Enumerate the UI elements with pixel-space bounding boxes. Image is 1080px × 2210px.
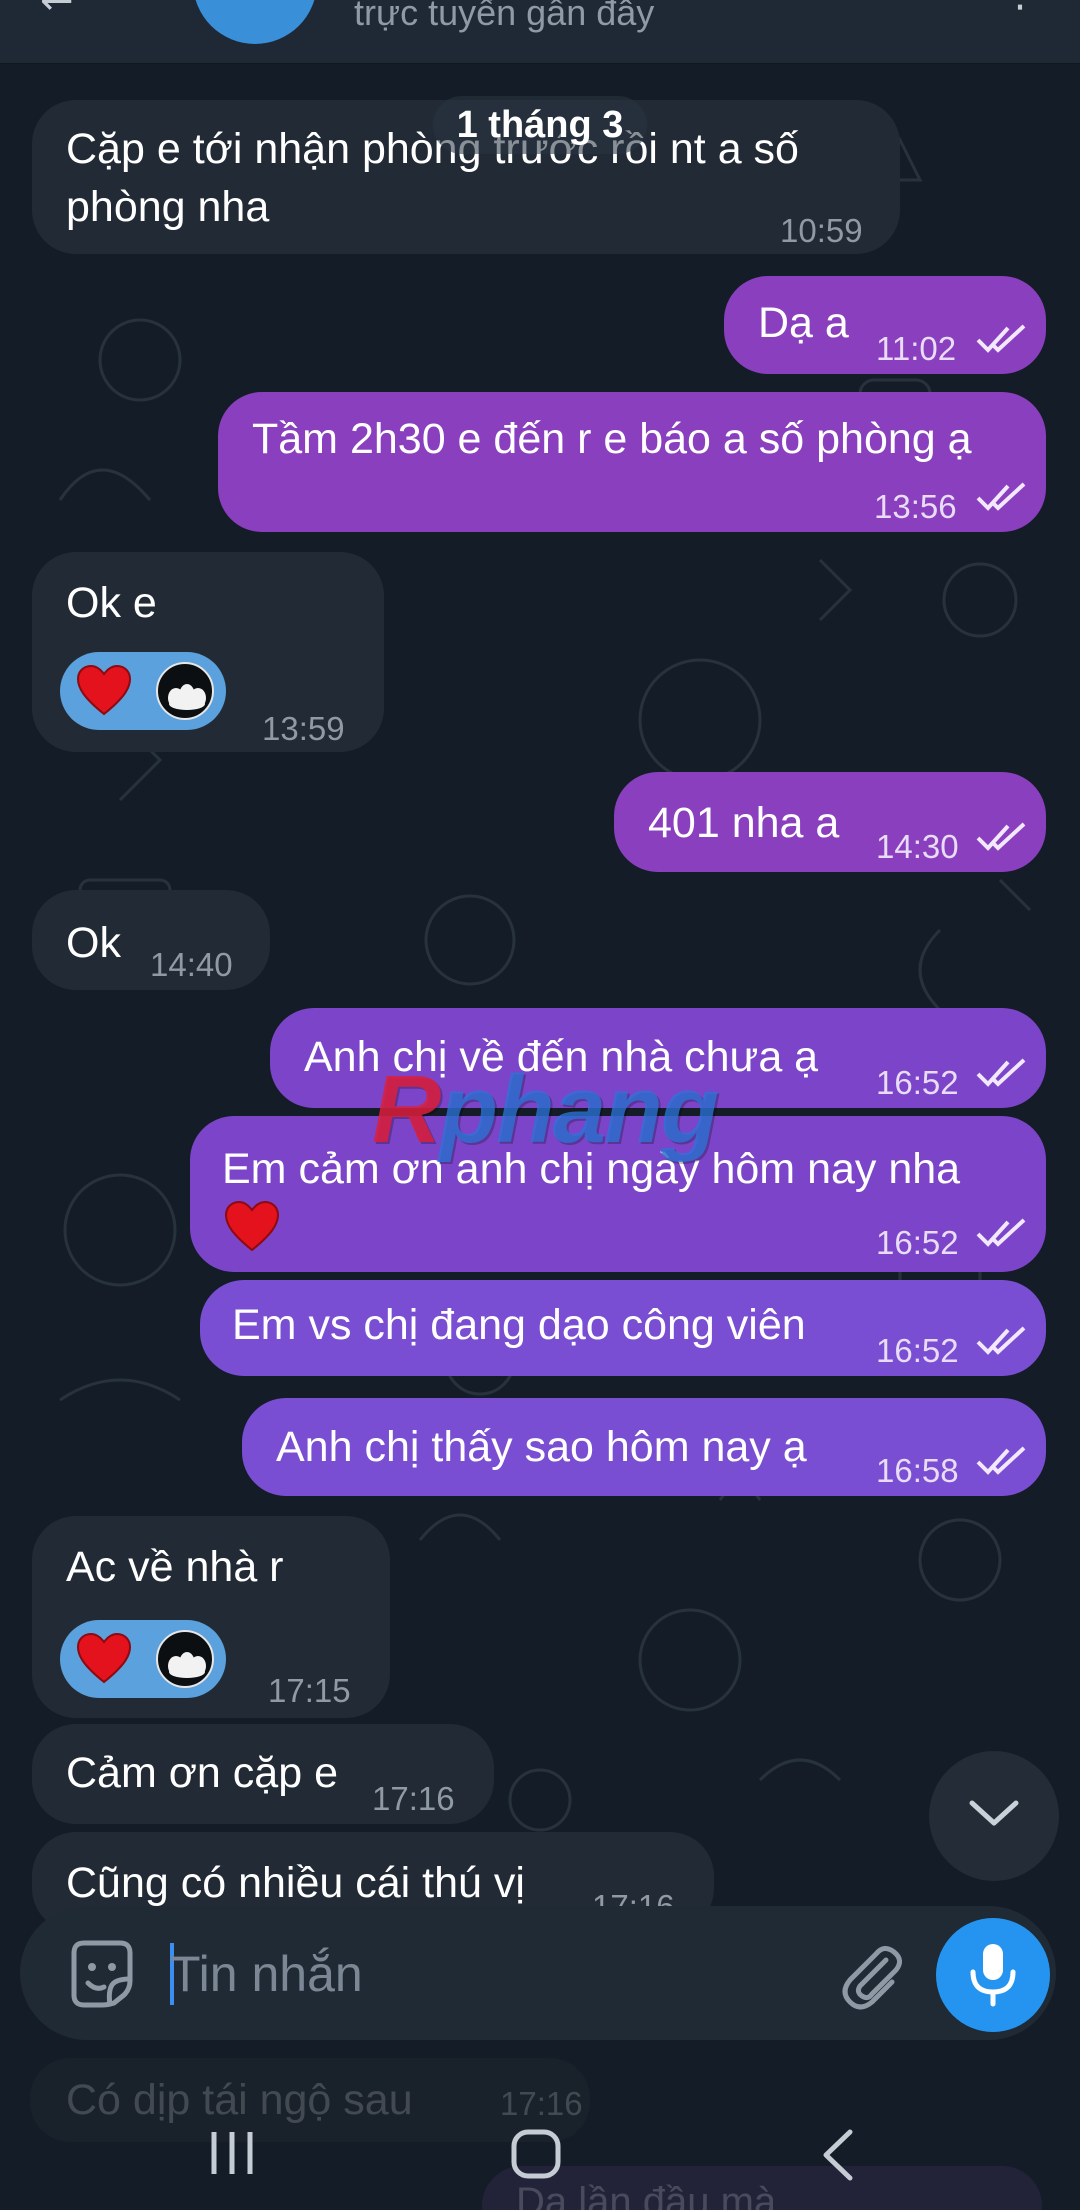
- message-text: Dạ a: [758, 299, 849, 347]
- message-bubble-outgoing[interactable]: Tầm 2h30 e đến r e báo a số phòng ạ 13:5…: [218, 392, 1046, 532]
- message-bubble-outgoing[interactable]: Anh chị thấy sao hôm nay ạ 16:58: [242, 1398, 1046, 1496]
- message-input[interactable]: [170, 1931, 770, 2017]
- message-time: 17:15: [268, 1672, 351, 1709]
- message-text: 401 nha a: [648, 799, 840, 847]
- read-receipt-icon: [976, 324, 1028, 354]
- read-receipt-icon: [976, 822, 1028, 852]
- microphone-button[interactable]: [936, 1918, 1050, 2032]
- scroll-to-bottom-button[interactable]: [929, 1751, 1059, 1881]
- read-receipt-icon: [976, 1446, 1028, 1476]
- read-receipt-icon: [976, 1326, 1028, 1356]
- reactor-avatar: [156, 662, 214, 720]
- chat-header: ← trực tuyến gần đây ⋮: [0, 0, 1080, 64]
- message-bubble-incoming[interactable]: Cảm ơn cặp e 17:16: [32, 1724, 494, 1824]
- message-text: Ok e: [66, 579, 157, 627]
- red-heart-icon: [224, 1200, 280, 1252]
- red-heart-icon: [76, 1632, 132, 1684]
- message-composer: [20, 1906, 1056, 2040]
- read-receipt-icon: [976, 1218, 1028, 1248]
- message-bubble-outgoing[interactable]: Dạ a 11:02: [724, 276, 1046, 374]
- message-text: Tầm 2h30 e đến r e báo a số phòng ạ: [252, 415, 972, 463]
- message-bubble-incoming[interactable]: Ac về nhà r 17:15: [32, 1516, 390, 1718]
- message-text: phòng nha: [66, 183, 270, 231]
- red-heart-icon: [76, 664, 132, 716]
- message-text: Anh chị thấy sao hôm nay ạ: [276, 1423, 807, 1471]
- more-menu-icon[interactable]: ⋮: [1000, 0, 1040, 16]
- message-text: Cảm ơn cặp e: [66, 1749, 338, 1797]
- message-bubble-outgoing[interactable]: Em vs chị đang dạo công viên 16:52: [200, 1280, 1046, 1376]
- message-text: Ok: [66, 919, 121, 967]
- message-time: 16:52: [876, 1064, 959, 1101]
- message-bubble-incoming[interactable]: Ok 14:40: [32, 890, 270, 990]
- back-arrow-icon[interactable]: ←: [40, 0, 74, 24]
- contact-status: trực tuyến gần đây: [354, 0, 655, 33]
- system-navigation-bar: [0, 2080, 1080, 2210]
- sticker-icon[interactable]: [62, 1933, 142, 2013]
- message-time: 16:58: [876, 1452, 959, 1489]
- home-icon[interactable]: [510, 2128, 562, 2180]
- message-time: 13:59: [262, 710, 345, 747]
- chevron-down-icon: [969, 1800, 1019, 1826]
- message-time: 14:40: [150, 946, 233, 983]
- message-bubble-incoming[interactable]: Ok e 13:59: [32, 552, 384, 752]
- read-receipt-icon: [976, 1058, 1028, 1088]
- paperclip-icon[interactable]: [830, 1936, 910, 2016]
- reaction-chip[interactable]: [60, 652, 226, 730]
- message-time: 10:59: [780, 212, 863, 249]
- message-text: Ac về nhà r: [66, 1543, 284, 1591]
- message-bubble-outgoing[interactable]: 401 nha a 14:30: [614, 772, 1046, 872]
- read-receipt-icon: [976, 482, 1028, 512]
- message-time: 16:52: [876, 1332, 959, 1369]
- message-time: 11:02: [876, 330, 957, 367]
- message-time: 13:56: [874, 488, 957, 525]
- reactor-avatar: [156, 1630, 214, 1688]
- message-text: Em vs chị đang dạo công viên: [232, 1301, 806, 1349]
- microphone-icon: [970, 1944, 1016, 2007]
- message-text: Cũng có nhiều cái thú vị: [66, 1859, 525, 1907]
- date-separator: 1 tháng 3: [433, 96, 647, 154]
- contact-avatar[interactable]: [193, 0, 317, 44]
- reaction-chip[interactable]: [60, 1620, 226, 1698]
- back-icon[interactable]: [820, 2128, 856, 2182]
- watermark-logo: Rphang: [372, 1056, 719, 1163]
- message-time: 16:52: [876, 1224, 959, 1261]
- recent-apps-icon[interactable]: [208, 2128, 258, 2178]
- message-time: 17:16: [372, 1780, 455, 1817]
- message-time: 14:30: [876, 828, 959, 865]
